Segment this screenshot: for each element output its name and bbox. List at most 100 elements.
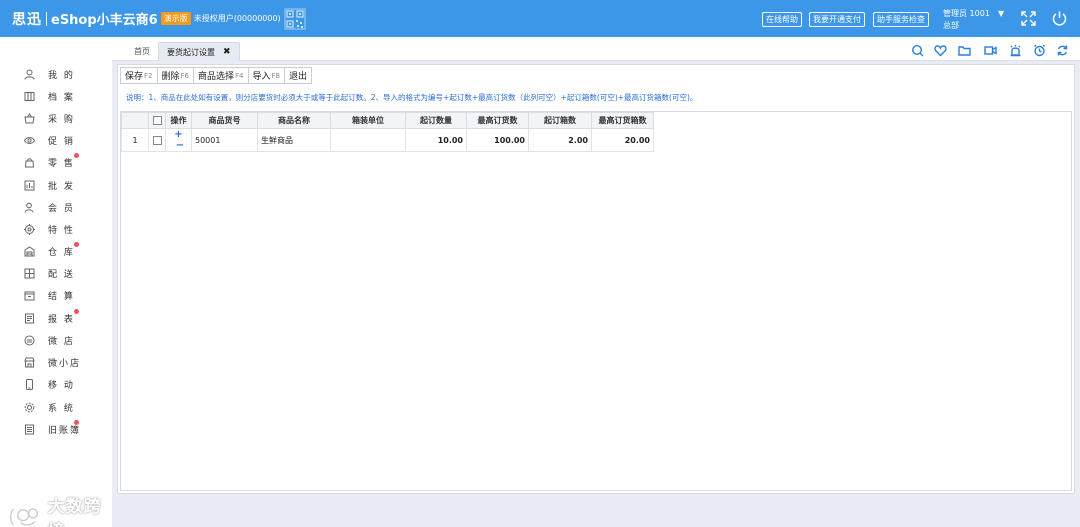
cell-max-qty[interactable]: 100.00 xyxy=(466,128,529,152)
sidebar-item-mobile[interactable]: 移 动 xyxy=(24,376,75,392)
sidebar-item-warehouse[interactable]: 仓 库 xyxy=(24,242,79,259)
user-info[interactable]: 管理员 1001 总部 xyxy=(943,8,990,32)
sidebar-item-label: 档 案 xyxy=(48,92,75,103)
main-panel: 保存 F2 删除 F6 商品选择 F4 导入 F8 退出 说明：1、商品在此处如… xyxy=(117,64,1075,494)
sidebar-item-label: 特 性 xyxy=(48,225,75,236)
save-button[interactable]: 保存 F2 xyxy=(120,67,158,84)
sidebar-item-label: 批 发 xyxy=(48,181,75,192)
sidebar-item-label: 系 统 xyxy=(48,403,75,414)
toolbar: 保存 F2 删除 F6 商品选择 F4 导入 F8 退出 xyxy=(120,67,313,84)
row-actions: + − xyxy=(165,128,192,152)
import-label: 导入 xyxy=(252,72,271,82)
column-header-name[interactable]: 商品名称 xyxy=(257,112,331,129)
sidebar-item-reports[interactable]: 报 表 xyxy=(24,309,79,326)
member-icon xyxy=(24,202,34,213)
sidebar-item-promotion[interactable]: 促 销 xyxy=(24,132,75,148)
import-button[interactable]: 导入 F8 xyxy=(247,67,285,84)
notification-dot xyxy=(74,420,79,425)
search-icon[interactable] xyxy=(911,44,924,57)
column-header-sku[interactable]: 商品货号 xyxy=(191,112,258,129)
sidebar-item-settlement[interactable]: 结 算 xyxy=(24,287,75,303)
sidebar-item-microshop[interactable]: 微 店 xyxy=(24,332,75,348)
row-select-cell[interactable] xyxy=(148,128,166,152)
sidebar-item-retail[interactable]: 零 售 xyxy=(24,153,79,170)
sidebar-item-label: 采 购 xyxy=(48,114,75,125)
sidebar-item-system[interactable]: 系 统 xyxy=(24,399,75,415)
column-header-box-unit[interactable]: 箱装单位 xyxy=(330,112,406,129)
column-header-min-box[interactable]: 起订箱数 xyxy=(528,112,592,129)
select-all-checkbox[interactable] xyxy=(152,116,162,125)
open-payment-button[interactable]: 我要开通支付 xyxy=(809,12,865,27)
grid-table: 操作 商品货号 商品名称 箱装单位 起订数量 最高订货数 起订箱数 最高订货箱数… xyxy=(121,112,654,152)
cell-min-box[interactable]: 2.00 xyxy=(528,128,592,152)
product-select-shortcut: F4 xyxy=(235,71,244,80)
exit-button[interactable]: 退出 xyxy=(284,67,313,84)
video-icon[interactable] xyxy=(984,44,997,57)
heart-icon[interactable] xyxy=(934,44,947,57)
qr-code-icon[interactable] xyxy=(284,8,306,30)
watermark-text: 大数跨境 xyxy=(47,497,102,527)
alarm-icon[interactable] xyxy=(1009,44,1022,57)
column-header-max-box[interactable]: 最高订货箱数 xyxy=(591,112,654,129)
brand-name: 思迅 xyxy=(12,11,42,28)
user-dropdown-caret[interactable]: ▼ xyxy=(998,9,1004,18)
cell-box-unit[interactable] xyxy=(330,128,406,152)
table-row[interactable]: 1 + − 50001 生鲜商品 10.00 100.00 2.00 20.00 xyxy=(121,128,654,152)
sidebar-item-old-ledger[interactable]: 旧账簿 xyxy=(24,420,81,437)
sidebar-item-label: 仓 库 xyxy=(48,247,75,258)
cell-sku[interactable]: 50001 xyxy=(191,128,258,152)
column-header-select[interactable] xyxy=(148,112,166,129)
row-index: 1 xyxy=(121,128,149,152)
sidebar-item-label: 报 表 xyxy=(48,314,75,325)
sidebar-item-archive[interactable]: 档 案 xyxy=(24,88,75,104)
close-icon[interactable]: ✖ xyxy=(223,47,231,57)
folder-icon[interactable] xyxy=(958,44,971,57)
cell-max-box[interactable]: 20.00 xyxy=(591,128,654,152)
auth-status: 未授权用户(00000000) xyxy=(193,14,281,23)
refresh-icon[interactable] xyxy=(1056,44,1069,57)
bag-icon xyxy=(24,157,35,167)
assistant-check-button[interactable]: 助手服务检查 xyxy=(873,12,929,27)
tab-home[interactable]: 首页 xyxy=(126,42,158,61)
app-header: 思迅 eShop小丰云商6 演示版 未授权用户(00000000) 在线帮助 我… xyxy=(0,0,1080,37)
clock-icon[interactable] xyxy=(1033,44,1046,57)
sidebar-item-member[interactable]: 会 员 xyxy=(24,199,75,215)
user-name: 管理员 1001 xyxy=(943,9,990,18)
tab-order-minimum-settings[interactable]: 要货起订设置 ✖ xyxy=(158,42,240,61)
fullscreen-icon[interactable] xyxy=(1020,10,1037,27)
tab-active-label: 要货起订设置 xyxy=(167,47,215,57)
settle-icon xyxy=(24,291,35,300)
row-checkbox[interactable] xyxy=(152,135,162,145)
sidebar-item-label: 我 的 xyxy=(48,70,75,81)
basket-icon xyxy=(24,112,35,123)
sidebar-item-features[interactable]: 特 性 xyxy=(24,221,75,237)
column-header-max-qty[interactable]: 最高订货数 xyxy=(466,112,529,129)
chart-icon xyxy=(24,180,35,190)
ledger-icon xyxy=(25,424,34,434)
watermark-logo-icon xyxy=(9,508,39,526)
sidebar-item-delivery[interactable]: 配 送 xyxy=(24,265,75,281)
add-row-icon[interactable]: + xyxy=(174,129,182,140)
user-org: 总部 xyxy=(943,21,959,30)
microshop-icon xyxy=(24,335,35,345)
tab-home-label: 首页 xyxy=(134,47,150,56)
column-header-min-qty[interactable]: 起订数量 xyxy=(405,112,467,129)
delete-button[interactable]: 删除 F6 xyxy=(156,67,194,84)
sidebar-item-mini-store[interactable]: 微小店 xyxy=(24,354,81,370)
user-icon xyxy=(24,69,35,80)
target-icon xyxy=(24,223,35,235)
power-icon[interactable] xyxy=(1051,10,1068,27)
sidebar-item-purchase[interactable]: 采 购 xyxy=(24,110,75,126)
book-icon xyxy=(24,91,35,101)
online-help-button[interactable]: 在线帮助 xyxy=(762,12,802,27)
sidebar-item-wholesale[interactable]: 批 发 xyxy=(24,177,75,193)
delete-shortcut: F6 xyxy=(180,71,189,80)
remove-row-icon[interactable]: − xyxy=(176,140,184,151)
demo-badge: 演示版 xyxy=(160,12,191,25)
sidebar-item-mine[interactable]: 我 的 xyxy=(24,66,75,82)
product-select-button[interactable]: 商品选择 F4 xyxy=(193,67,249,84)
report-icon xyxy=(25,313,34,323)
cell-name[interactable]: 生鲜商品 xyxy=(257,128,331,152)
cell-min-qty[interactable]: 10.00 xyxy=(405,128,467,152)
delete-label: 删除 xyxy=(161,72,180,82)
